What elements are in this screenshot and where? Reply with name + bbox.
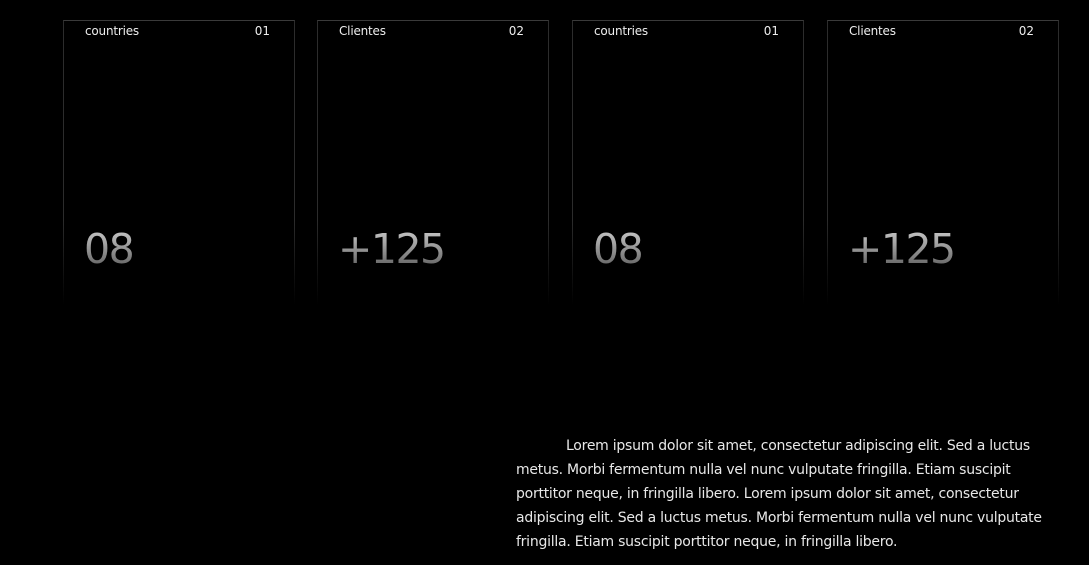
- stat-value: +125: [848, 225, 956, 273]
- stat-value: 08: [593, 225, 644, 273]
- stat-index: 02: [1018, 24, 1034, 38]
- stat-card-clientes: Clientes 02 +125: [827, 20, 1059, 305]
- stat-label: countries: [85, 24, 139, 38]
- stat-value: +125: [338, 225, 446, 273]
- description-paragraph: Lorem ipsum dolor sit amet, consectetur …: [516, 438, 1042, 550]
- stat-card-countries: countries 01 08: [572, 20, 804, 305]
- stat-index: 02: [508, 24, 524, 38]
- stat-card-countries: countries 01 08: [63, 20, 295, 305]
- stat-label: Clientes: [339, 24, 386, 38]
- stat-label: Clientes: [849, 24, 896, 38]
- stat-card-clientes: Clientes 02 +125: [317, 20, 549, 305]
- stat-index: 01: [763, 24, 779, 38]
- stat-label: countries: [594, 24, 648, 38]
- stat-value: 08: [84, 225, 135, 273]
- stat-index: 01: [254, 24, 270, 38]
